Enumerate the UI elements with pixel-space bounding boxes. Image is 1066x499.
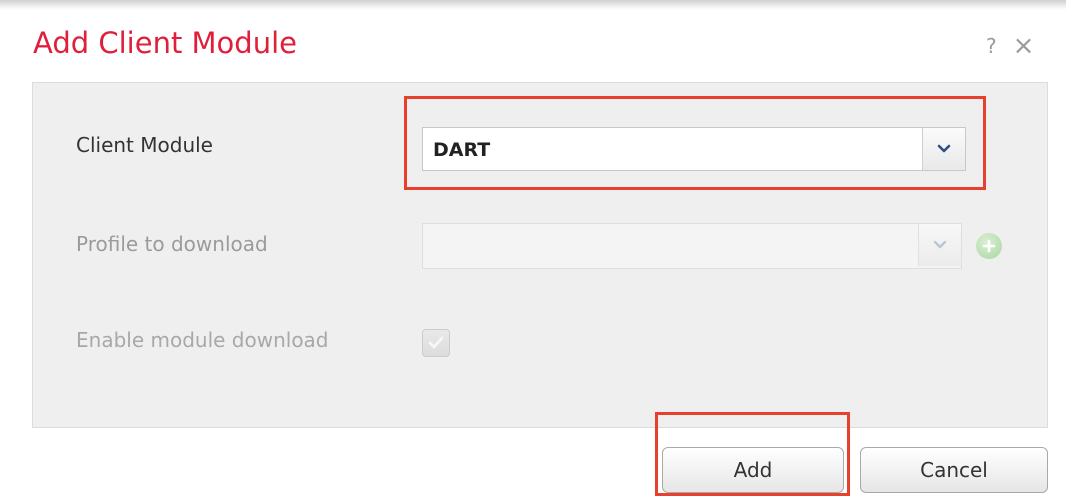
client-module-select[interactable]: DART [422, 127, 966, 171]
enable-download-checkbox[interactable] [422, 329, 450, 357]
client-module-dropdown-button[interactable] [922, 128, 965, 170]
profile-dropdown-button[interactable] [918, 224, 961, 266]
profile-label: Profile to download [76, 232, 268, 256]
profile-select[interactable] [422, 223, 962, 269]
top-edge [0, 0, 1066, 10]
client-module-value: DART [433, 139, 491, 161]
checkmark-icon [428, 336, 444, 349]
help-icon[interactable]: ? [986, 36, 997, 56]
enable-download-label: Enable module download [76, 328, 329, 352]
cancel-button[interactable]: Cancel [860, 447, 1048, 493]
dialog-header-actions: ? × [986, 33, 1052, 59]
plus-glyph [982, 239, 996, 253]
close-icon[interactable]: × [1013, 33, 1035, 59]
chevron-down-icon [937, 144, 951, 153]
dialog-title: Add Client Module [33, 26, 297, 60]
plus-circle-icon[interactable] [976, 233, 1002, 259]
add-button[interactable]: Add [662, 447, 844, 493]
client-module-label: Client Module [76, 133, 213, 157]
chevron-down-icon [933, 240, 947, 249]
